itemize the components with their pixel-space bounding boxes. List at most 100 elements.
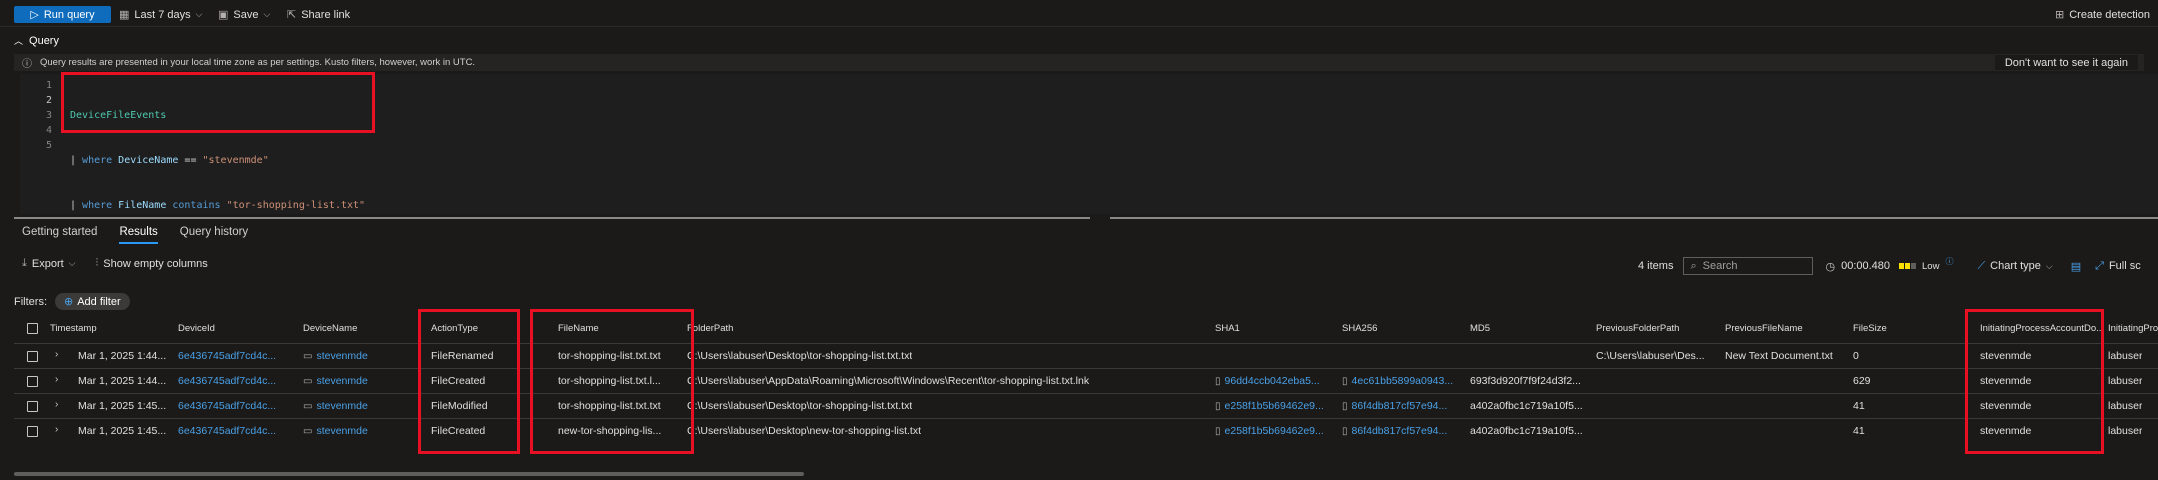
cell-text: a402a0fbc1c719a10f5... <box>1470 400 1583 412</box>
pane-splitter[interactable] <box>14 217 1090 219</box>
row-checkbox[interactable] <box>27 401 38 412</box>
row-checkbox[interactable] <box>27 351 38 362</box>
table-cell[interactable]: 6e436745adf7cd4c... <box>178 369 276 393</box>
table-cell[interactable]: 6e436745adf7cd4c... <box>178 419 276 443</box>
column-header-previousfilename[interactable]: PreviousFileName <box>1725 316 1803 340</box>
code-line-1: DeviceFileEvents <box>70 110 167 121</box>
device-icon: ▭ <box>303 425 313 437</box>
table-cell[interactable]: ▯ e258f1b5b69462e9... <box>1215 394 1324 418</box>
column-header-previousfolderpath[interactable]: PreviousFolderPath <box>1596 316 1679 340</box>
cell-text: FileCreated <box>431 425 486 437</box>
table-cell[interactable]: ▭ stevenmde <box>303 419 368 443</box>
save-button[interactable]: ▣ Save ⌵ <box>218 6 270 23</box>
device-icon: ▭ <box>303 375 313 387</box>
select-all-checkbox[interactable] <box>27 323 38 334</box>
line-number: 3 <box>45 110 52 121</box>
tab-results[interactable]: Results <box>119 226 158 244</box>
full-screen-label: Full sc <box>2108 260 2141 272</box>
row-checkbox[interactable] <box>27 376 38 387</box>
dismiss-banner-button[interactable]: Don't want to see it again <box>1994 55 2138 70</box>
table-cell: C:\Users\labuser\Desktop\tor-shopping-li… <box>687 394 912 418</box>
cell-text: Mar 1, 2025 1:44... <box>78 375 167 387</box>
device-icon: ▭ <box>303 350 313 362</box>
priority-label: Low <box>1922 260 1940 272</box>
table-cell[interactable]: ▭ stevenmde <box>303 344 368 368</box>
chevron-right-icon[interactable]: › <box>55 374 58 385</box>
row-checkbox[interactable] <box>27 426 38 437</box>
column-header-initiatingproc[interactable]: InitiatingProc <box>2108 316 2158 340</box>
table-cell[interactable]: ▯ e258f1b5b69462e9... <box>1215 419 1324 443</box>
device-icon: ▭ <box>303 400 313 412</box>
table-cell: stevenmde <box>1980 394 2031 418</box>
table-cell[interactable]: 6e436745adf7cd4c... <box>178 344 276 368</box>
column-header-md[interactable]: MD5 <box>1470 316 1490 340</box>
query-section-toggle[interactable]: ︿ Query <box>14 34 59 47</box>
chevron-right-icon[interactable]: › <box>55 424 58 435</box>
chevron-right-icon[interactable]: › <box>55 349 58 360</box>
cell-text: C:\Users\labuser\Desktop\new-tor-shoppin… <box>687 425 922 437</box>
filters-label: Filters: <box>14 295 47 308</box>
table-cell: Mar 1, 2025 1:44... <box>78 369 166 393</box>
table-cell: Mar 1, 2025 1:45... <box>78 419 166 443</box>
tab-getting-started[interactable]: Getting started <box>22 226 97 244</box>
table-cell[interactable]: ▯ 4ec61bb5899a0943... <box>1342 369 1453 393</box>
share-link-button[interactable]: ⇱ Share link <box>287 6 350 23</box>
file-hash-icon: ▯ <box>1215 375 1221 387</box>
item-count: 4 items <box>1638 260 1674 272</box>
cell-text: labuser <box>2108 350 2143 362</box>
info-icon[interactable]: ⓘ <box>1945 256 1953 267</box>
tab-query-history[interactable]: Query history <box>180 226 248 244</box>
cell-text: 86f4db817cf57e94... <box>1351 425 1448 437</box>
table-cell[interactable]: ▭ stevenmde <box>303 369 368 393</box>
table-cell[interactable]: ▯ 86f4db817cf57e94... <box>1342 419 1447 443</box>
add-filter-button[interactable]: ⊕ Add filter <box>55 293 130 310</box>
cell-text: new-tor-shopping-lis... <box>558 425 662 437</box>
table-cell[interactable]: 6e436745adf7cd4c... <box>178 394 276 418</box>
table-cell: 629 <box>1853 369 1871 393</box>
column-header-sha[interactable]: SHA1 <box>1215 316 1240 340</box>
line-number: 5 <box>45 140 52 151</box>
cell-text: FileRenamed <box>431 350 494 362</box>
column-header-initiatingprocessaccountdo[interactable]: InitiatingProcessAccountDo... <box>1980 316 2104 340</box>
column-header-filename[interactable]: FileName <box>558 316 599 340</box>
table-cell: FileCreated <box>431 369 485 393</box>
table-cell[interactable]: ▭ stevenmde <box>303 394 368 418</box>
run-query-button[interactable]: ▷ Run query <box>14 6 111 23</box>
table-cell: new-tor-shopping-lis... <box>558 419 661 443</box>
column-header-actiontype[interactable]: ActionType <box>431 316 478 340</box>
cell-text: tor-shopping-list.txt.txt <box>558 350 661 362</box>
cell-text: New Text Document.txt <box>1725 350 1833 362</box>
table-cell: labuser <box>2108 394 2142 418</box>
show-empty-columns-button[interactable]: ⫶ Show empty columns <box>96 257 208 270</box>
create-detection-button[interactable]: ⊞ Create detection <box>2055 6 2150 23</box>
table-cell[interactable]: ▯ 86f4db817cf57e94... <box>1342 394 1447 418</box>
column-header-devicename[interactable]: DeviceName <box>303 316 357 340</box>
column-header-folderpath[interactable]: FolderPath <box>687 316 733 340</box>
column-header-timestamp[interactable]: Timestamp <box>50 316 97 340</box>
cell-text: C:\Users\labuser\Desktop\tor-shopping-li… <box>687 350 913 362</box>
horizontal-scrollbar[interactable] <box>14 472 804 476</box>
table-cell[interactable]: ▯ 96dd4ccb042eba5... <box>1215 369 1320 393</box>
result-tabs: Getting started Results Query history <box>22 226 248 244</box>
table-cell: Mar 1, 2025 1:45... <box>78 394 166 418</box>
cell-text: 96dd4ccb042eba5... <box>1224 375 1320 387</box>
export-button[interactable]: ⤓ Export ⌵ <box>22 257 76 270</box>
file-hash-icon: ▯ <box>1342 425 1348 437</box>
column-header-filesize[interactable]: FileSize <box>1853 316 1887 340</box>
cell-text: 41 <box>1853 400 1865 412</box>
full-screen-button[interactable]: ⤢ Full sc <box>2095 260 2141 273</box>
chevron-down-icon: ⌵ <box>195 9 203 19</box>
chevron-right-icon[interactable]: › <box>55 399 58 410</box>
customize-columns-icon[interactable]: ▤ <box>2071 260 2081 273</box>
chart-type-dropdown[interactable]: ⟋ Chart type ⌵ <box>1977 260 2052 273</box>
search-input[interactable]: ⌕ Search <box>1683 257 1814 275</box>
column-header-deviceid[interactable]: DeviceId <box>178 316 215 340</box>
pane-splitter[interactable] <box>1110 217 2158 219</box>
cell-text: stevenmde <box>1980 425 2032 437</box>
column-header-sha[interactable]: SHA256 <box>1342 316 1377 340</box>
table-cell: 41 <box>1853 419 1865 443</box>
query-code[interactable]: DeviceFileEvents | where DeviceName == "… <box>70 78 365 228</box>
file-hash-icon: ▯ <box>1215 400 1221 412</box>
table-cell: New Text Document.txt <box>1725 344 1833 368</box>
time-range-dropdown[interactable]: ▦ Last 7 days ⌵ <box>119 6 203 23</box>
